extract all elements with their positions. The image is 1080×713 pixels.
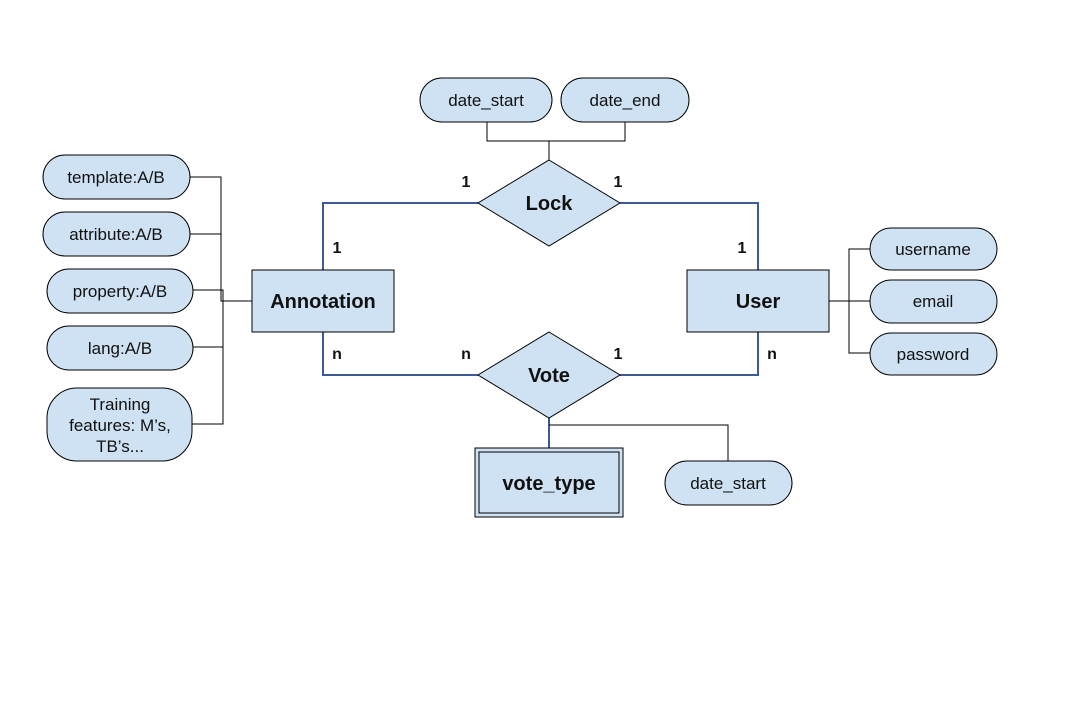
attr-lock-date-end[interactable]: date_end [560, 77, 690, 123]
cardinality-label: 1 [333, 240, 342, 257]
cardinality-label: 1 [614, 174, 623, 191]
attr-lang[interactable]: lang:A/B [46, 325, 194, 371]
cardinality-label: n [461, 346, 471, 363]
cardinality-label: n [332, 346, 342, 363]
entity-annotation[interactable]: Annotation [251, 269, 395, 333]
attr-label: property:A/B [73, 282, 168, 301]
attr-lock-date-start[interactable]: date_start [419, 77, 553, 123]
cardinality-label: n [767, 346, 777, 363]
annotation-vote-line [322, 332, 478, 376]
attr-vote-date-start[interactable]: date_start [664, 460, 793, 506]
entity-user[interactable]: User [686, 269, 830, 333]
attr-label-line2: features: M’s, [69, 416, 171, 435]
attr-attribute[interactable]: attribute:A/B [42, 211, 191, 257]
attr-label: date_start [690, 474, 766, 493]
attr-label-line1: Training [90, 395, 151, 414]
attr-label: email [913, 292, 954, 311]
attr-template[interactable]: template:A/B [42, 154, 191, 200]
lock-user-line [620, 202, 759, 270]
cardinality-label: 1 [614, 346, 623, 363]
attr-label: date_end [590, 91, 661, 110]
cardinality-label: 1 [738, 240, 747, 257]
attr-label: username [895, 240, 971, 259]
er-diagram: Lock Vote Annotation User vote_type date… [42, 77, 998, 518]
attr-label: lang:A/B [88, 339, 152, 358]
annotation-label: Annotation [270, 291, 376, 313]
attr-password[interactable]: password [869, 332, 998, 376]
annotation-attr-connector-c [192, 289, 224, 425]
vote-label: Vote [528, 365, 570, 387]
annotation-attr-connector-a [190, 176, 252, 302]
attr-property[interactable]: property:A/B [46, 268, 194, 314]
relationship-lock[interactable]: Lock [477, 159, 621, 247]
lock-label: Lock [526, 193, 574, 215]
annotation-lock-line [322, 202, 478, 270]
entity-vote-type[interactable]: vote_type [474, 447, 624, 518]
attr-training-features[interactable]: Training features: M’s, TB’s... [46, 387, 193, 462]
cardinality-label: 1 [462, 174, 471, 191]
attr-label: password [897, 345, 970, 364]
attr-label-line3: TB’s... [96, 437, 144, 456]
vote-type-label: vote_type [502, 473, 595, 495]
attr-label: template:A/B [67, 168, 164, 187]
attr-email[interactable]: email [869, 279, 998, 324]
vote-user-line [620, 332, 759, 376]
user-label: User [736, 291, 781, 313]
lock-attr-connector [486, 122, 626, 142]
attr-username[interactable]: username [869, 227, 998, 271]
attr-label: attribute:A/B [69, 225, 163, 244]
relationship-vote[interactable]: Vote [477, 331, 621, 419]
attr-label: date_start [448, 91, 524, 110]
